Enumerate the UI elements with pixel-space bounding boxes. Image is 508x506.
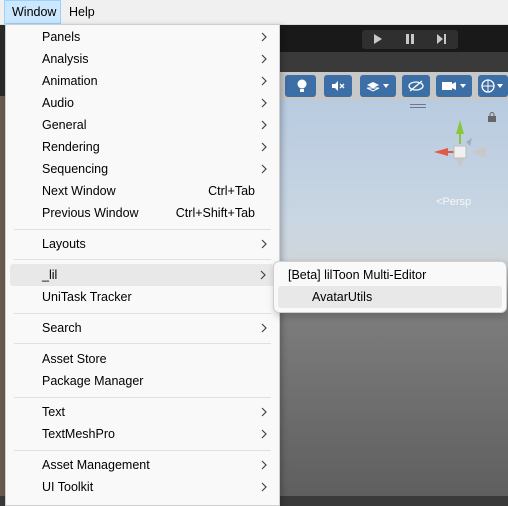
gizmos-dropdown-button[interactable]	[478, 75, 508, 97]
menu-item-label: TextMeshPro	[42, 427, 115, 441]
step-icon	[437, 34, 446, 44]
menu-item-label: Rendering	[42, 140, 100, 154]
menu-item-next-window[interactable]: Next Window Ctrl+Tab	[6, 180, 279, 202]
menu-item-previous-window[interactable]: Previous Window Ctrl+Shift+Tab	[6, 202, 279, 224]
chevron-right-icon	[261, 482, 267, 492]
window-menu: Panels Analysis Animation Audio General …	[5, 24, 280, 506]
chevron-right-icon	[261, 460, 267, 470]
menu-item-asset-management[interactable]: Asset Management	[6, 454, 279, 476]
menu-window[interactable]: Window	[4, 0, 61, 24]
submenu-item-label: AvatarUtils	[312, 290, 373, 304]
lil-submenu: [Beta] lilToon Multi-Editor AvatarUtils	[273, 261, 507, 313]
menu-item-label: Next Window	[42, 184, 116, 198]
menu-item-label: Layouts	[42, 237, 86, 251]
menu-item-lil[interactable]: _lil	[10, 264, 274, 286]
menu-item-label: Sequencing	[42, 162, 109, 176]
menu-item-analysis[interactable]: Analysis	[6, 48, 279, 70]
scene-orientation-gizmo[interactable]	[420, 108, 500, 188]
eye-hidden-icon	[408, 80, 424, 92]
menu-item-general[interactable]: General	[6, 114, 279, 136]
menu-item-shortcut: Ctrl+Shift+Tab	[175, 206, 255, 220]
menu-item-label: UniTask Tracker	[42, 290, 132, 304]
menu-item-label: Analysis	[42, 52, 89, 66]
menu-item-audio[interactable]: Audio	[6, 92, 279, 114]
menu-item-textmeshpro[interactable]: TextMeshPro	[6, 423, 279, 445]
layers-icon	[366, 82, 389, 92]
menu-item-label: Text	[42, 405, 65, 419]
menu-item-search[interactable]: Search	[6, 317, 279, 339]
menu-item-label: Panels	[42, 30, 81, 44]
play-icon	[374, 34, 382, 44]
menu-separator	[14, 229, 271, 230]
chevron-right-icon	[261, 54, 267, 64]
effects-dropdown-button[interactable]	[360, 75, 396, 97]
menu-item-asset-store[interactable]: Asset Store	[6, 348, 279, 370]
step-button[interactable]	[426, 30, 458, 49]
gizmo-globe-icon	[481, 79, 503, 93]
chevron-right-icon	[261, 407, 267, 417]
scene-toolbar	[280, 72, 508, 100]
menu-item-label: Asset Management	[42, 458, 150, 472]
menu-item-sequencing[interactable]: Sequencing	[6, 158, 279, 180]
visibility-toggle-button[interactable]	[402, 75, 430, 97]
menu-item-unitask-tracker[interactable]: UniTask Tracker	[6, 286, 279, 308]
chevron-right-icon	[261, 429, 267, 439]
menu-item-ui-toolkit[interactable]: UI Toolkit	[6, 476, 279, 498]
menu-item-label: UI Toolkit	[42, 480, 94, 494]
camera-icon	[442, 82, 466, 90]
chevron-right-icon	[261, 120, 267, 130]
pause-icon	[406, 34, 414, 44]
menu-item-label: _lil	[42, 268, 58, 282]
menu-separator	[14, 397, 271, 398]
lighting-toggle-button[interactable]	[288, 75, 316, 97]
menubar: Window Help	[0, 0, 508, 25]
chevron-right-icon	[261, 98, 267, 108]
chevron-right-icon	[261, 164, 267, 174]
chevron-right-icon	[261, 32, 267, 42]
play-button[interactable]	[362, 30, 394, 49]
camera-dropdown-button[interactable]	[436, 75, 472, 97]
menu-separator	[14, 343, 271, 344]
menu-help[interactable]: Help	[69, 0, 95, 24]
menu-item-layouts[interactable]: Layouts	[6, 233, 279, 255]
menu-item-rendering[interactable]: Rendering	[6, 136, 279, 158]
menu-item-label: Animation	[42, 74, 98, 88]
audio-toggle-button[interactable]	[324, 75, 352, 97]
chevron-right-icon	[261, 239, 267, 249]
speaker-muted-icon	[332, 81, 345, 91]
menu-item-package-manager[interactable]: Package Manager	[6, 370, 279, 392]
menu-item-shortcut: Ctrl+Tab	[208, 184, 255, 198]
menu-item-label: Package Manager	[42, 374, 144, 388]
chevron-right-icon	[261, 76, 267, 86]
menu-item-label: Search	[42, 321, 82, 335]
pause-button[interactable]	[394, 30, 426, 49]
menu-separator	[14, 450, 271, 451]
menu-separator	[14, 313, 271, 314]
chevron-right-icon	[261, 323, 267, 333]
submenu-item-label: [Beta] lilToon Multi-Editor	[288, 268, 427, 282]
menu-item-panels[interactable]: Panels	[6, 26, 279, 48]
menu-item-label: General	[42, 118, 87, 132]
menu-item-label: Previous Window	[42, 206, 139, 220]
menu-item-label: Audio	[42, 96, 74, 110]
menu-item-animation[interactable]: Animation	[6, 70, 279, 92]
submenu-item-liltoon-multi-editor[interactable]: [Beta] lilToon Multi-Editor	[278, 264, 502, 286]
submenu-item-avatarutils[interactable]: AvatarUtils	[278, 286, 502, 308]
perspective-label[interactable]: <Persp	[436, 196, 471, 208]
lightbulb-icon	[297, 79, 307, 92]
menu-separator	[14, 259, 271, 260]
chevron-right-icon	[260, 270, 266, 280]
menu-item-text[interactable]: Text	[6, 401, 279, 423]
playback-controls	[362, 30, 458, 49]
chevron-right-icon	[261, 142, 267, 152]
menu-item-label: Asset Store	[42, 352, 107, 366]
